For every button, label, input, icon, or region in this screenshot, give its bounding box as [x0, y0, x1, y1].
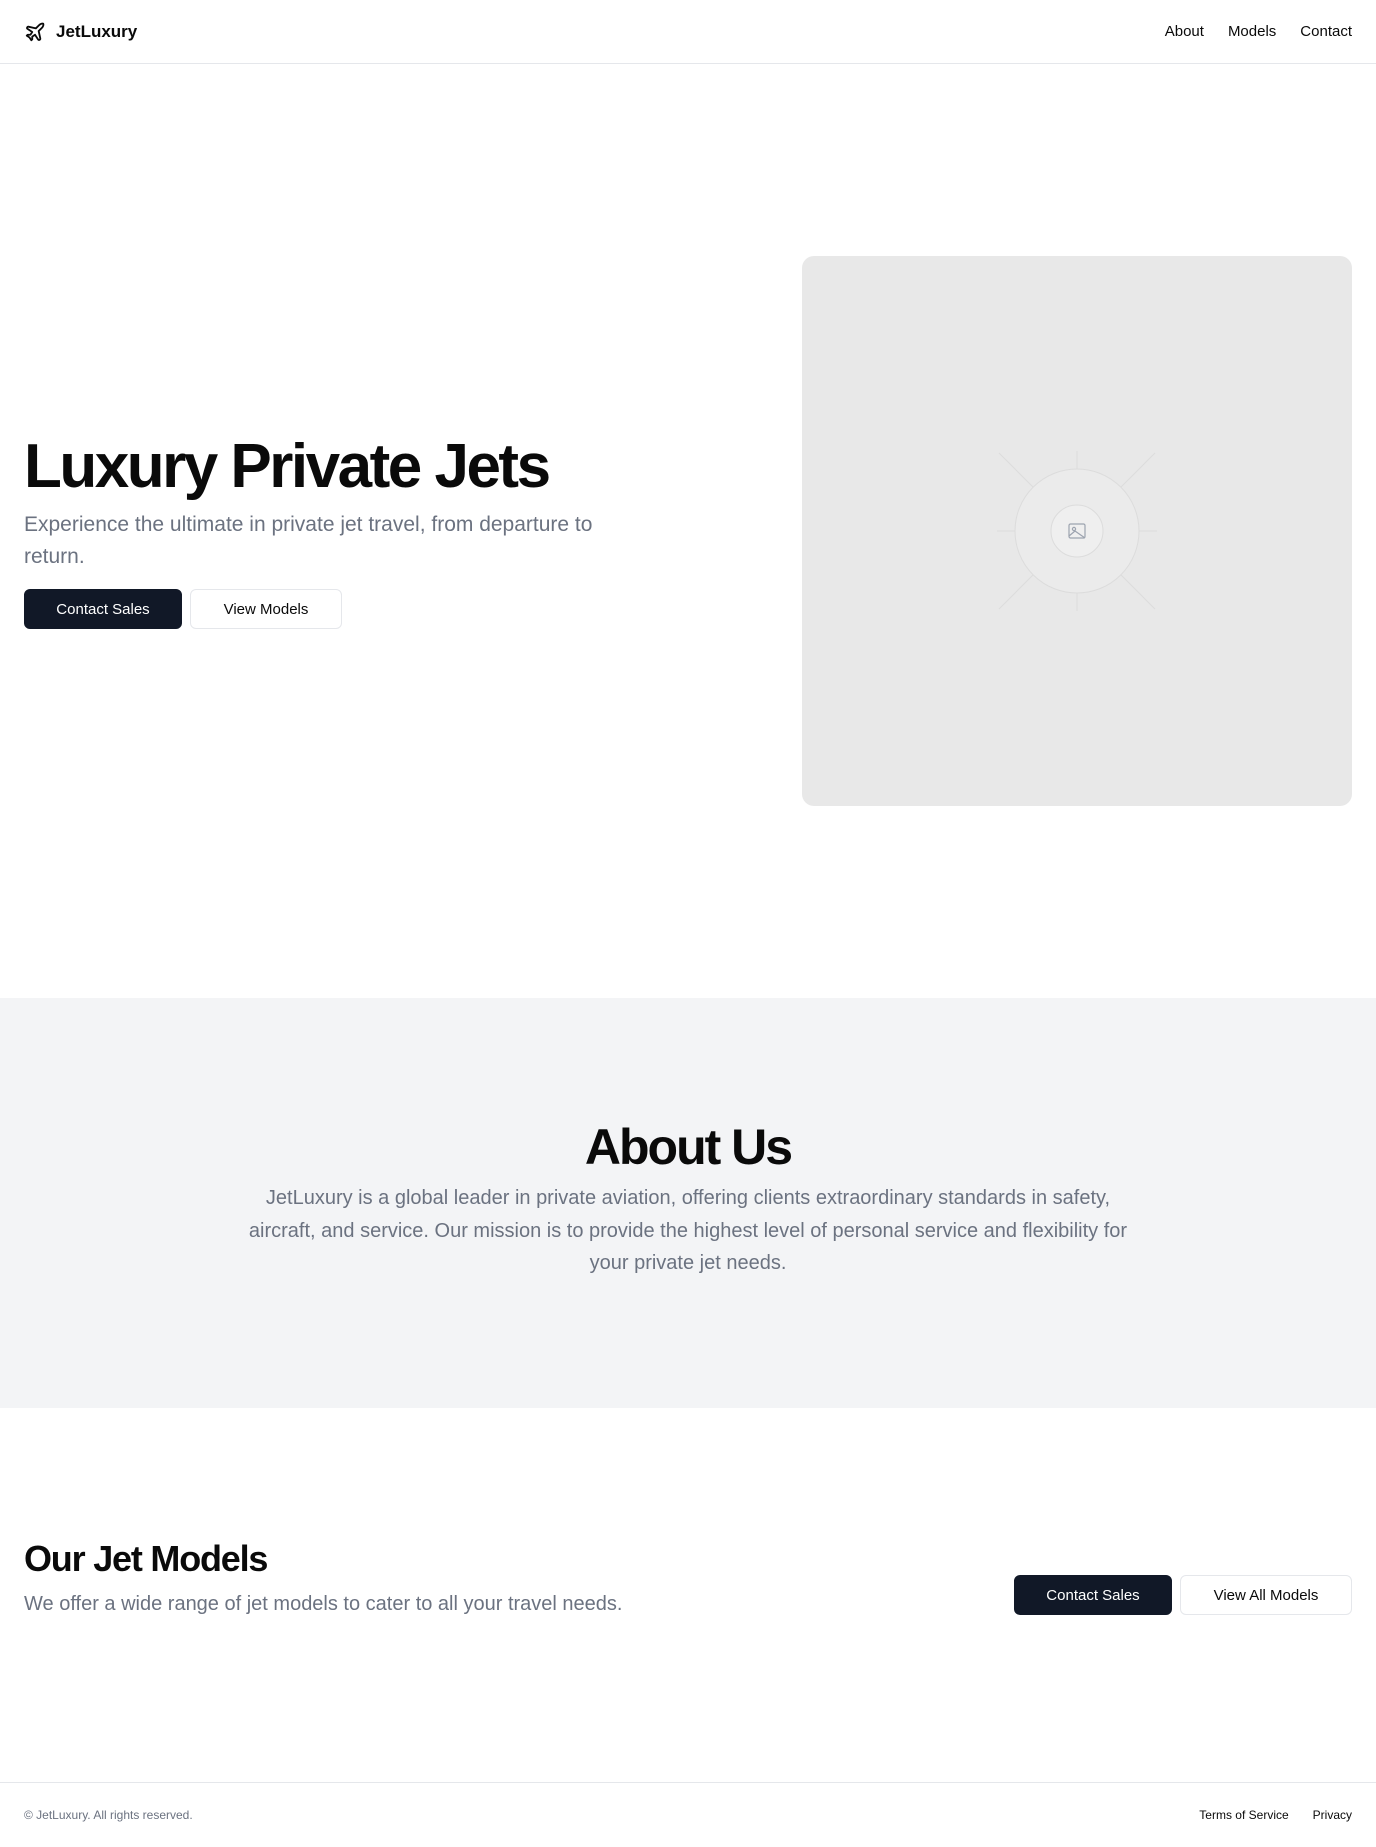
- plane-icon: [24, 21, 46, 43]
- nav-link-about[interactable]: About: [1165, 23, 1204, 40]
- about-section: About Us JetLuxury is a global leader in…: [0, 998, 1376, 1408]
- privacy-link[interactable]: Privacy: [1313, 1808, 1352, 1822]
- hero-section: Luxury Private Jets Experience the ultim…: [0, 64, 1376, 998]
- about-body: JetLuxury is a global leader in private …: [248, 1187, 1128, 1274]
- models-title: Our Jet Models: [24, 1538, 268, 1579]
- image-placeholder-icon: [997, 451, 1157, 611]
- footer-links: Terms of Service Privacy: [1199, 1808, 1352, 1822]
- models-section: Our Jet Models We offer a wide range of …: [0, 1408, 1376, 1782]
- hero-title: Luxury Private Jets: [24, 432, 551, 501]
- brand-link[interactable]: JetLuxury: [24, 21, 137, 43]
- terms-of-service-link[interactable]: Terms of Service: [1199, 1808, 1288, 1822]
- nav-link-contact[interactable]: Contact: [1300, 23, 1352, 40]
- models-subtitle: We offer a wide range of jet models to c…: [24, 1593, 623, 1615]
- models-actions: Contact Sales View All Models: [1014, 1575, 1352, 1615]
- nav-link-models[interactable]: Models: [1228, 23, 1276, 40]
- hero-subtitle: Experience the ultimate in private jet t…: [24, 513, 593, 569]
- brand-name: JetLuxury: [56, 21, 138, 41]
- main-nav: About Models Contact: [1165, 23, 1352, 40]
- contact-sales-button[interactable]: Contact Sales: [24, 589, 182, 630]
- hero-text: Luxury Private Jets Experience the ultim…: [24, 432, 644, 630]
- site-footer: © JetLuxury. All rights reserved. Terms …: [0, 1782, 1376, 1847]
- view-models-button[interactable]: View Models: [190, 589, 342, 630]
- hero-image-placeholder: [802, 256, 1352, 806]
- hero-actions: Contact Sales View Models: [24, 589, 644, 630]
- site-header: JetLuxury About Models Contact: [0, 0, 1376, 64]
- models-contact-sales-button[interactable]: Contact Sales: [1014, 1575, 1172, 1615]
- about-title: About Us: [584, 1119, 793, 1175]
- copyright-text: © JetLuxury. All rights reserved.: [24, 1808, 193, 1822]
- view-all-models-button[interactable]: View All Models: [1180, 1575, 1352, 1615]
